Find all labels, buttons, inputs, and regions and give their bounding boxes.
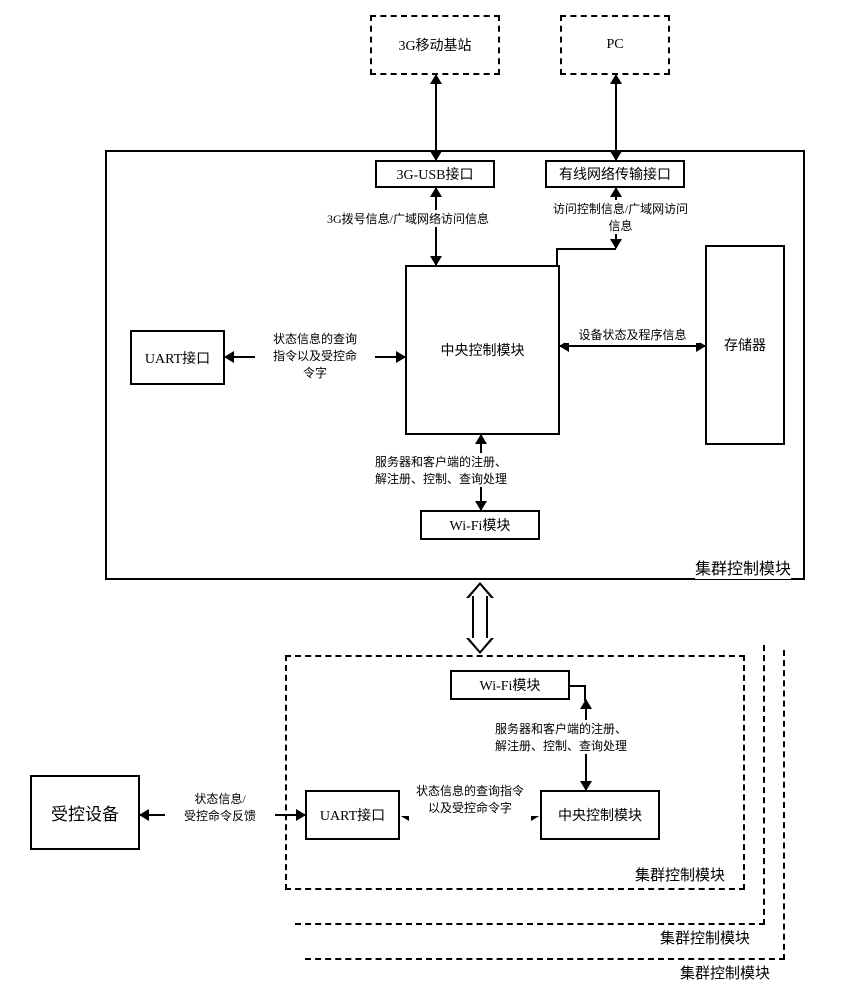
label-center-to-storage: 设备状态及程序信息 <box>565 326 700 343</box>
cluster-mid-title: 集群控制模块 <box>660 927 750 948</box>
controlled-device-label: 受控设备 <box>51 800 119 825</box>
label-device-to-uart: 状态信息/ 受控命令反馈 <box>165 790 275 824</box>
pc-label: PC <box>606 37 623 53</box>
seg-wired-extend <box>556 248 616 250</box>
center-control-bottom: 中央控制模块 <box>540 790 660 840</box>
wifi-module-bottom: Wi-Fi模块 <box>450 670 570 700</box>
center-control: 中央控制模块 <box>405 265 560 435</box>
arrow-center-to-storage <box>560 345 705 347</box>
cluster-inner-title: 集群控制模块 <box>635 864 725 885</box>
big-link-arrow <box>466 582 494 654</box>
main-cluster-title: 集群控制模块 <box>695 555 791 579</box>
label-uart-to-center: 状态信息的查询 指令以及受控命 令字 <box>255 330 375 381</box>
cluster-outer-title: 集群控制模块 <box>680 962 770 983</box>
wifi-module-top: Wi-Fi模块 <box>420 510 540 540</box>
wired-interface-label: 有线网络传输接口 <box>559 164 671 184</box>
uart-interface-label: UART接口 <box>145 348 210 368</box>
arrow-pc-to-wired <box>615 75 617 160</box>
base-station-box: 3G移动基站 <box>370 15 500 75</box>
storage-box: 存储器 <box>705 245 785 445</box>
label-usb-to-center: 3G拨号信息/广域网络访问信息 <box>308 210 508 227</box>
wifi-module-top-label: Wi-Fi模块 <box>450 515 511 535</box>
arrow-base-to-usb <box>435 75 437 160</box>
center-control-label: 中央控制模块 <box>441 340 525 360</box>
center-control-bottom-label: 中央控制模块 <box>558 805 642 825</box>
label-uart-to-center-bottom: 状态信息的查询指令 以及受控命令字 <box>400 782 540 816</box>
uart-interface-bottom-label: UART接口 <box>320 805 385 825</box>
controlled-device: 受控设备 <box>30 775 140 850</box>
storage-label: 存储器 <box>724 335 766 355</box>
uart-interface: UART接口 <box>130 330 225 385</box>
label-wifi-to-center-bottom: 服务器和客户端的注册、 解注册、控制、查询处理 <box>495 720 695 754</box>
label-center-to-wifi: 服务器和客户端的注册、 解注册、控制、查询处理 <box>375 453 575 487</box>
base-station-label: 3G移动基站 <box>398 35 471 55</box>
wifi-module-bottom-label: Wi-Fi模块 <box>480 675 541 695</box>
wired-interface: 有线网络传输接口 <box>545 160 685 188</box>
usb-interface-label: 3G-USB接口 <box>396 164 473 184</box>
label-wired-to-center: 访问控制信息/广域网访问 信息 <box>543 200 698 234</box>
usb-interface: 3G-USB接口 <box>375 160 495 188</box>
uart-interface-bottom: UART接口 <box>305 790 400 840</box>
pc-box: PC <box>560 15 670 75</box>
